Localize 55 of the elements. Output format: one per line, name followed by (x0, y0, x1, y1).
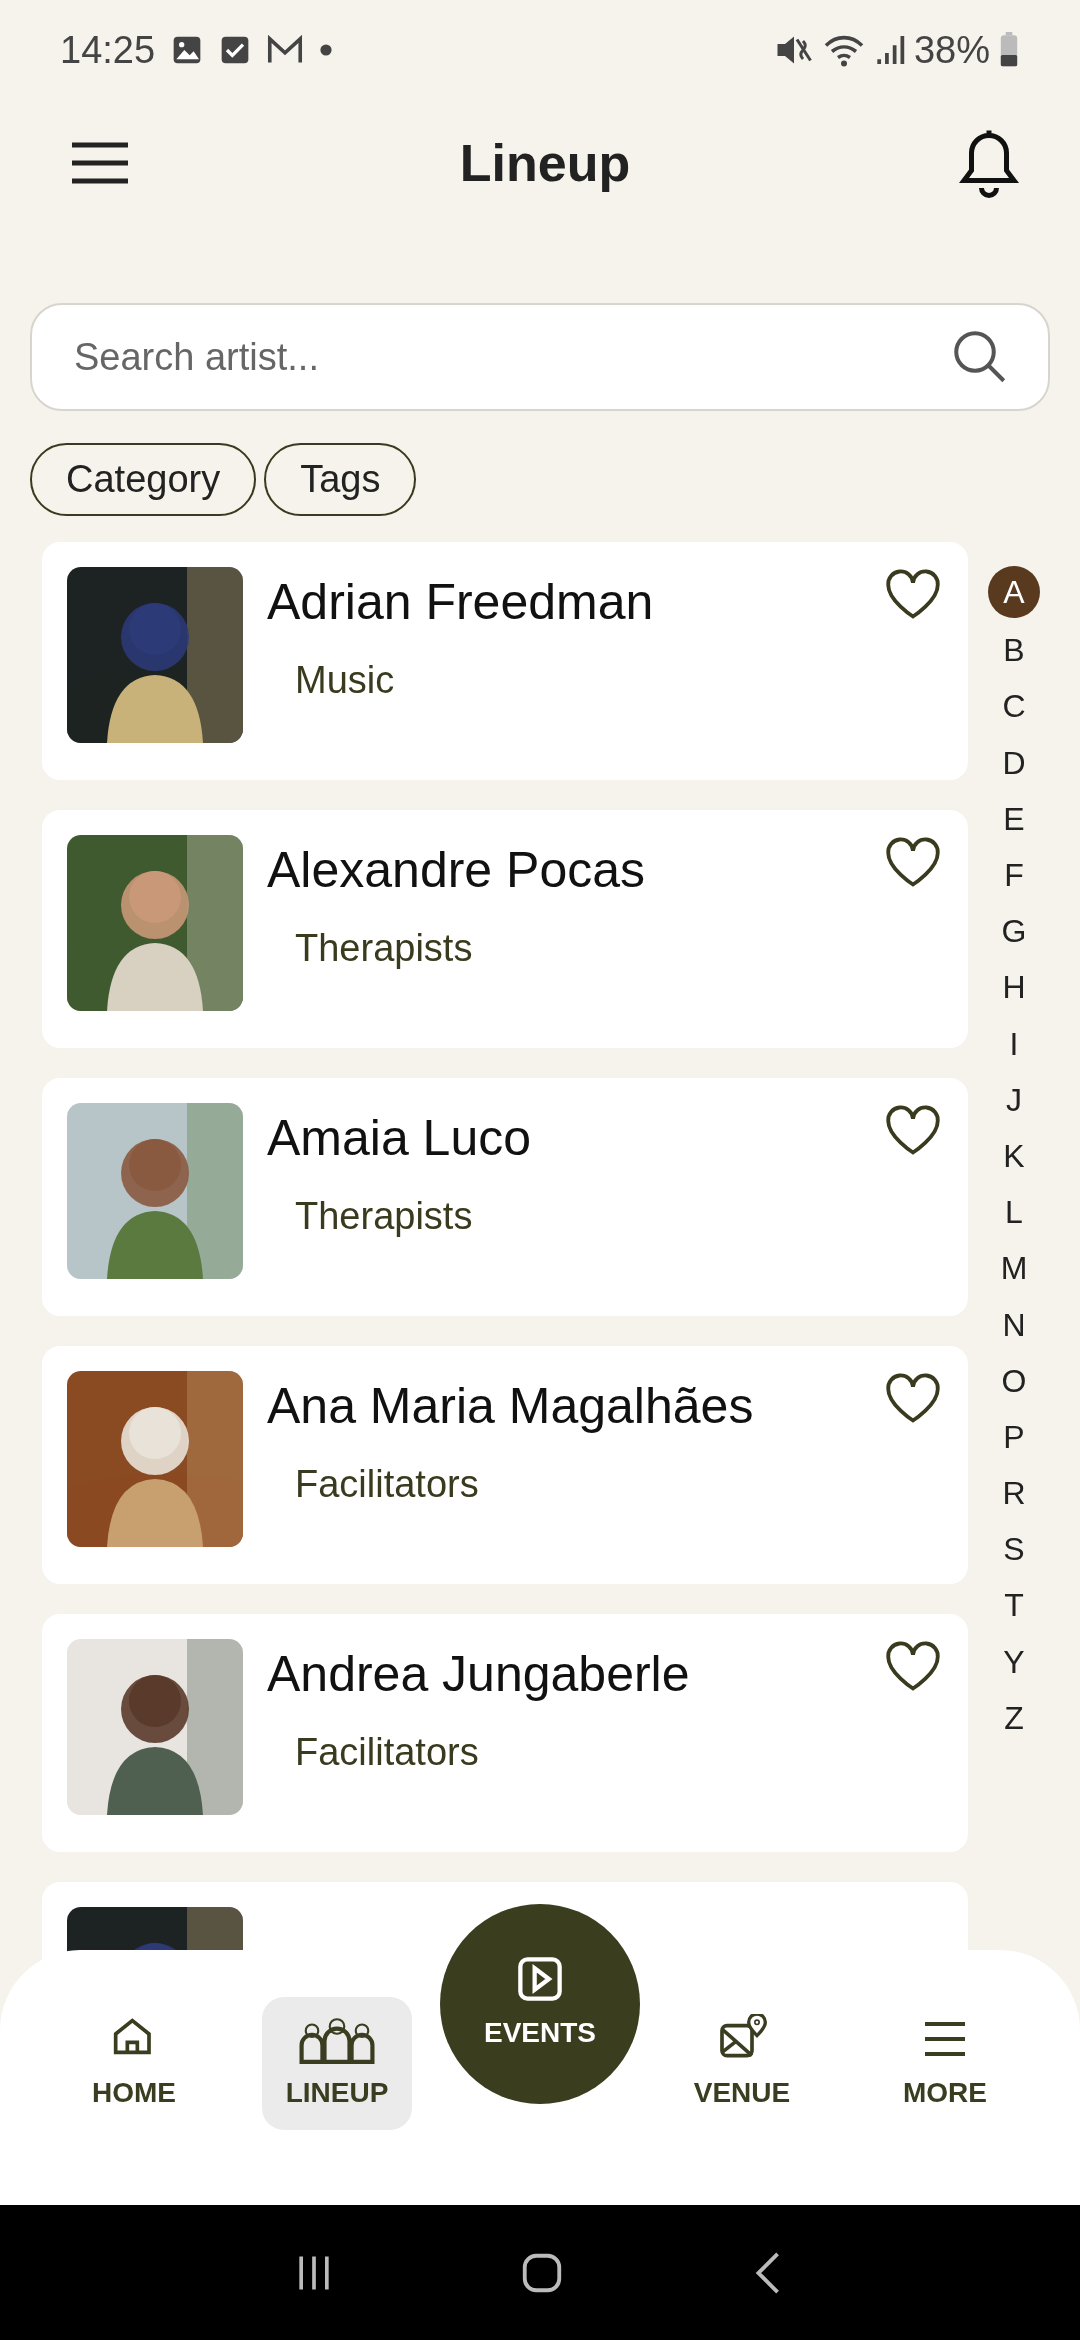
battery-level: 38% (913, 27, 990, 73)
artist-category: Facilitators (295, 1730, 480, 1775)
artist-card[interactable]: Amaia Luco Therapists (42, 1078, 968, 1316)
artist-category: Facilitators (295, 1462, 480, 1507)
index-letter[interactable]: C (988, 678, 1040, 735)
artist-name: Andrea Jungaberle (267, 1647, 691, 1702)
search-field[interactable]: Search artist... (30, 303, 1050, 411)
page-title: Lineup (459, 132, 631, 194)
filter-chip[interactable]: Category (30, 443, 257, 516)
index-letter[interactable]: Y (988, 1633, 1040, 1690)
index-letter[interactable]: N (988, 1296, 1040, 1353)
artist-card[interactable]: Adrian Freedman Music (42, 542, 968, 780)
index-letter[interactable]: R (988, 1465, 1040, 1522)
nav-tab[interactable]: HOME (59, 1997, 209, 2130)
index-letter[interactable]: M (988, 1240, 1040, 1297)
index-letter[interactable]: E (988, 790, 1040, 847)
artist-name: Amaia Luco (267, 1111, 533, 1166)
battery-icon (998, 32, 1020, 68)
artist-card[interactable]: Alexandre Pocas Therapists (42, 810, 968, 1048)
index-letter[interactable]: I (988, 1015, 1040, 1072)
index-letter[interactable]: A (988, 566, 1040, 618)
artist-name: Alexandre Pocas (267, 843, 646, 898)
artist-card[interactable]: Andrea Jungaberle Facilitators (42, 1614, 968, 1852)
heart-icon[interactable] (883, 835, 943, 889)
dot-icon (319, 43, 334, 57)
filter-chip[interactable]: Tags (264, 443, 417, 516)
heart-icon[interactable] (883, 1639, 943, 1693)
index-letter[interactable]: K (988, 1127, 1040, 1185)
artist-category: Therapists (295, 926, 474, 971)
index-letter[interactable]: S (988, 1521, 1040, 1578)
artist-name: Adrian Freedman (267, 575, 655, 630)
nav-events-button[interactable]: EVENTS (440, 1904, 640, 2104)
index-letter[interactable]: G (988, 903, 1040, 960)
index-letter[interactable]: T (988, 1577, 1040, 1634)
clock: 14:25 (60, 27, 156, 73)
nav-tab[interactable]: LINEUP (262, 1997, 412, 2130)
nav-tab[interactable]: VENUE (667, 1997, 817, 2130)
artist-name: Ana Maria Magalhães (267, 1379, 755, 1434)
artist-category: Music (295, 658, 396, 703)
index-letter[interactable]: O (988, 1352, 1040, 1409)
index-letter[interactable]: P (988, 1408, 1040, 1465)
artist-card[interactable]: Ana Maria Magalhães Facilitators (42, 1346, 968, 1584)
heart-icon[interactable] (883, 1371, 943, 1425)
index-letter[interactable]: J (988, 1071, 1040, 1128)
index-letter[interactable]: H (988, 959, 1040, 1016)
index-letter[interactable]: F (988, 846, 1040, 904)
play-icon (515, 1954, 565, 2004)
nav-tab[interactable]: MORE (870, 1997, 1020, 2130)
artist-category: Therapists (295, 1194, 474, 1239)
index-letter[interactable]: L (988, 1184, 1040, 1241)
index-letter[interactable]: D (988, 734, 1040, 791)
index-letter[interactable]: B (988, 622, 1040, 679)
index-letter[interactable]: Z (988, 1689, 1040, 1746)
heart-icon[interactable] (883, 567, 943, 621)
heart-icon[interactable] (883, 1103, 943, 1157)
